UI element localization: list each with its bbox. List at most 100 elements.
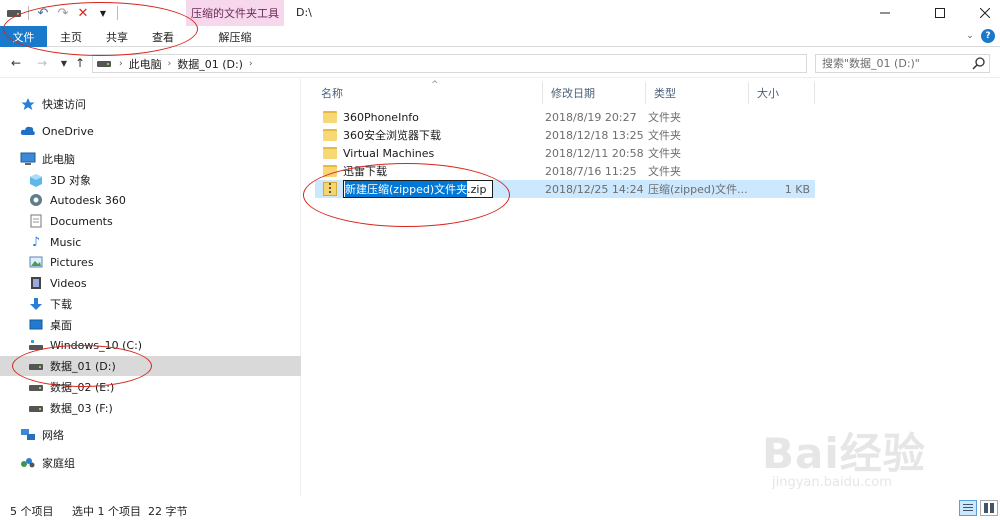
nav-item-drive-c[interactable]: Windows_10 (C:) xyxy=(0,335,301,355)
file-row[interactable]: Virtual Machines 2018/12/11 20:58 文件夹 xyxy=(315,144,815,162)
file-type: 文件夹 xyxy=(648,147,681,160)
toolbar-divider xyxy=(28,6,29,20)
delete-icon[interactable]: ✕ xyxy=(75,5,91,21)
file-modified: 2018/7/16 11:25 xyxy=(545,164,637,178)
column-header-size[interactable]: 大小 xyxy=(749,82,815,104)
nav-item-label: 数据_01 (D:) xyxy=(50,360,116,373)
quick-access-toolbar: ↶ ↷ ✕ ▼ xyxy=(6,4,120,22)
nav-item-label: 桌面 xyxy=(50,319,72,332)
nav-item-label: OneDrive xyxy=(42,124,94,138)
chevron-down-icon[interactable]: ⌄ xyxy=(962,28,978,44)
nav-item-documents[interactable]: Documents xyxy=(0,211,301,231)
file-row[interactable]: 360安全浏览器下载 2018/12/18 13:25 文件夹 xyxy=(315,126,815,144)
selection-info: 选中 1 个项目 22 字节 xyxy=(72,505,188,518)
nav-item-pictures[interactable]: Pictures xyxy=(0,252,301,272)
tab-file[interactable]: 文件 xyxy=(0,26,47,47)
nav-item-this-pc[interactable]: 此电脑 xyxy=(0,149,301,169)
folder-icon xyxy=(323,129,337,141)
3d-objects-icon xyxy=(28,172,44,188)
maximize-button[interactable] xyxy=(917,0,963,26)
nav-item-drive-f[interactable]: 数据_03 (F:) xyxy=(0,398,301,418)
search-icon[interactable] xyxy=(971,56,987,72)
compressed-folder-tools-header: 压缩的文件夹工具 xyxy=(186,0,284,26)
large-icons-view-button[interactable] xyxy=(980,500,998,516)
forward-arrow-icon[interactable]: → xyxy=(34,55,50,71)
close-button[interactable] xyxy=(962,0,1000,26)
nav-item-label: 下载 xyxy=(50,298,72,311)
nav-item-music[interactable]: ♪ Music xyxy=(0,232,301,252)
document-icon xyxy=(28,213,44,229)
rename-extension: .zip xyxy=(467,182,487,196)
tab-share[interactable]: 共享 xyxy=(96,26,138,47)
nav-item-label: Pictures xyxy=(50,255,94,269)
file-row[interactable]: 迅雷下载 2018/7/16 11:25 文件夹 xyxy=(315,162,815,180)
star-icon xyxy=(20,96,36,112)
undo-icon[interactable]: ↶ xyxy=(35,5,51,21)
details-view-button[interactable] xyxy=(959,500,977,516)
column-header-modified[interactable]: 修改日期 xyxy=(543,82,646,104)
homegroup-icon xyxy=(20,455,36,471)
nav-item-label: 数据_03 (F:) xyxy=(50,402,113,415)
chevron-right-icon[interactable]: › xyxy=(168,59,172,69)
file-size xyxy=(755,144,810,162)
file-row-selected[interactable]: 新建压缩(zipped)文件夹 .zip 2018/12/25 14:24 压缩(… xyxy=(315,180,815,198)
nav-item-onedrive[interactable]: OneDrive xyxy=(0,121,301,141)
column-header-label: 大小 xyxy=(757,87,779,100)
help-icon[interactable]: ? xyxy=(981,29,995,43)
redo-icon[interactable]: ↷ xyxy=(55,5,71,21)
title-bar: ↶ ↷ ✕ ▼ 压缩的文件夹工具 D:\ xyxy=(0,0,1000,26)
ribbon-tabs: 文件 主页 共享 查看 解压缩 ⌄ ? xyxy=(0,26,1000,47)
nav-item-videos[interactable]: Videos xyxy=(0,273,301,293)
nav-item-drive-d[interactable]: 数据_01 (D:) xyxy=(0,356,301,376)
file-size xyxy=(755,126,810,144)
column-header-type[interactable]: 类型 xyxy=(646,82,749,104)
column-header-name[interactable]: 名称 ^ xyxy=(313,80,543,104)
file-type: 文件夹 xyxy=(648,129,681,142)
search-box[interactable] xyxy=(815,54,990,73)
column-header-label: 类型 xyxy=(654,87,676,100)
tab-view[interactable]: 查看 xyxy=(142,26,184,47)
tab-home[interactable]: 主页 xyxy=(50,26,92,47)
navigation-pane: 快速访问 OneDrive 此电脑 3D 对象 Autodesk 360 Doc… xyxy=(0,78,301,496)
breadcrumb-drive-d[interactable]: 数据_01 (D:) xyxy=(177,56,243,72)
nav-item-label: 快速访问 xyxy=(42,98,86,111)
file-type: 压缩(zipped)文件... xyxy=(648,183,748,196)
nav-item-downloads[interactable]: 下载 xyxy=(0,294,301,314)
chevron-right-icon[interactable]: › xyxy=(249,59,253,69)
nav-item-network[interactable]: 网络 xyxy=(0,425,301,445)
file-size: 1 KB xyxy=(784,182,810,196)
recent-locations-icon[interactable]: ▼ xyxy=(56,55,72,71)
nav-item-3d-objects[interactable]: 3D 对象 xyxy=(0,170,301,190)
nav-item-label: 此电脑 xyxy=(42,153,75,166)
chevron-right-icon[interactable]: › xyxy=(119,59,123,69)
nav-item-autodesk-360[interactable]: Autodesk 360 xyxy=(0,190,301,210)
music-icon: ♪ xyxy=(31,234,41,250)
large-icons-view-icon xyxy=(984,503,994,513)
search-input[interactable] xyxy=(816,55,966,72)
file-row[interactable]: 360PhoneInfo 2018/8/19 20:27 文件夹 xyxy=(315,108,815,126)
file-name: 360PhoneInfo xyxy=(343,110,419,124)
nav-item-drive-e[interactable]: 数据_02 (E:) xyxy=(0,377,301,397)
minimize-button[interactable] xyxy=(862,0,908,26)
nav-item-label: Windows_10 (C:) xyxy=(50,338,143,352)
customize-toolbar-icon[interactable]: ▼ xyxy=(95,5,111,21)
rename-input[interactable]: 新建压缩(zipped)文件夹 .zip xyxy=(343,180,493,198)
file-name: 迅雷下载 xyxy=(343,165,387,178)
back-arrow-icon[interactable]: ← xyxy=(8,55,24,71)
computer-icon xyxy=(20,151,36,167)
nav-item-quick-access[interactable]: 快速访问 xyxy=(0,94,301,114)
address-bar[interactable]: › 此电脑 › 数据_01 (D:) › ▼ ↻ xyxy=(92,54,896,73)
item-count: 5 个项目 xyxy=(10,505,54,518)
toolbar-divider xyxy=(117,6,118,20)
drive-icon[interactable] xyxy=(6,5,22,21)
nav-item-label: 数据_02 (E:) xyxy=(50,381,115,394)
drive-icon xyxy=(28,400,44,416)
drive-icon xyxy=(97,59,113,69)
nav-item-desktop[interactable]: 桌面 xyxy=(0,315,301,335)
download-icon xyxy=(28,296,44,312)
file-size xyxy=(755,162,810,180)
tab-extract[interactable]: 解压缩 xyxy=(200,26,270,47)
breadcrumb-this-pc[interactable]: 此电脑 xyxy=(129,56,162,72)
up-arrow-icon[interactable]: ↑ xyxy=(72,55,88,71)
nav-item-homegroup[interactable]: 家庭组 xyxy=(0,453,301,473)
